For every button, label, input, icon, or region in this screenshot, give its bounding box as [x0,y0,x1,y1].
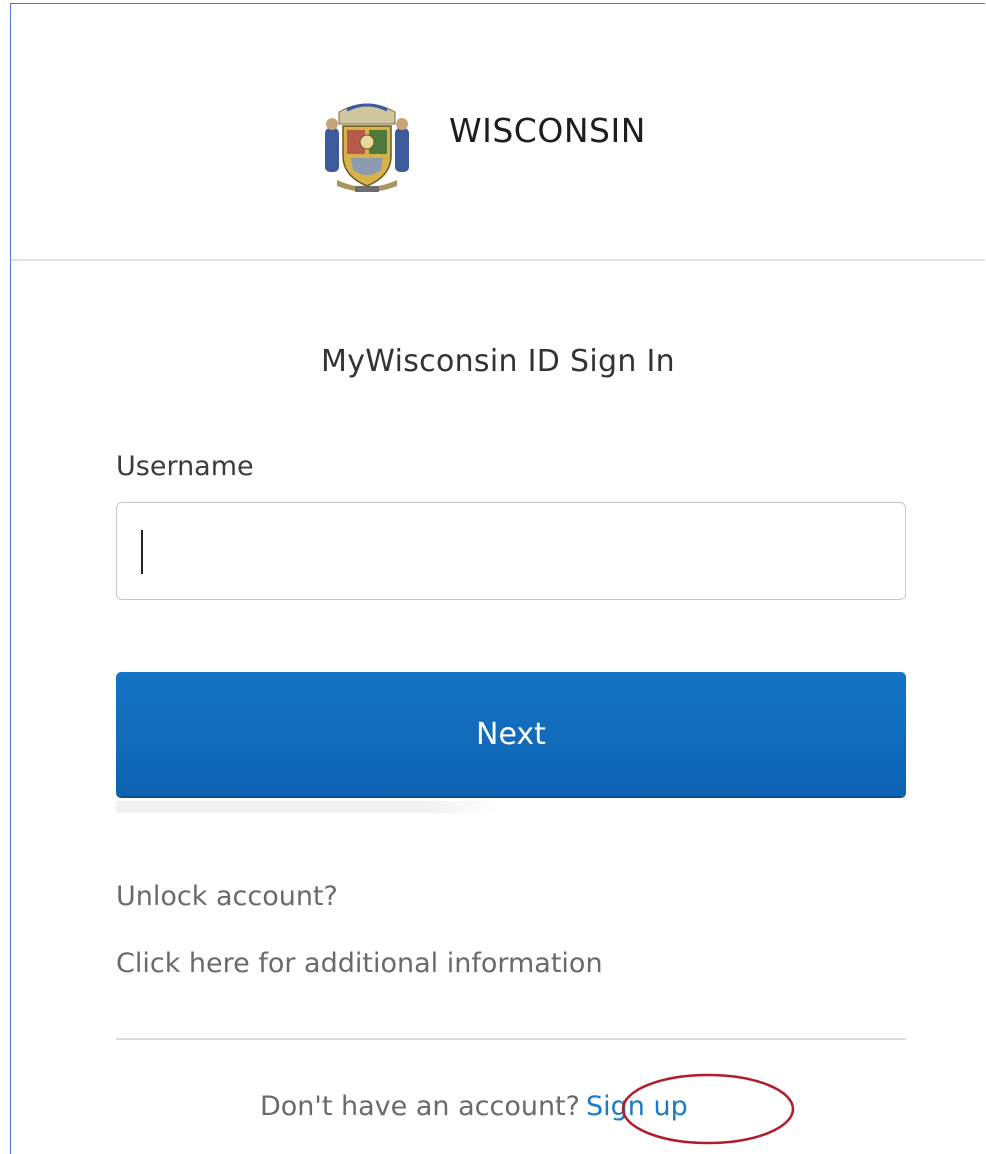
page-title: MyWisconsin ID Sign In [321,344,675,379]
button-shadow [116,801,501,813]
next-button[interactable]: Next [116,672,906,796]
additional-info-link[interactable]: Click here for additional information [116,948,603,979]
divider [116,1038,906,1040]
login-card: WISCONSIN MyWisconsin ID Sign In Usernam… [10,3,985,1154]
unlock-account-link[interactable]: Unlock account? [116,881,338,912]
header: WISCONSIN [11,4,985,261]
signup-prompt: Don't have an account? [260,1091,580,1122]
username-input[interactable] [116,502,906,600]
wisconsin-state-seal-icon [325,103,409,192]
brand-name: WISCONSIN [449,111,646,150]
signup-row: Don't have an account? Sign up [260,1091,688,1122]
sign-up-link[interactable]: Sign up [586,1091,688,1122]
username-label: Username [116,451,254,482]
text-cursor [141,530,143,574]
